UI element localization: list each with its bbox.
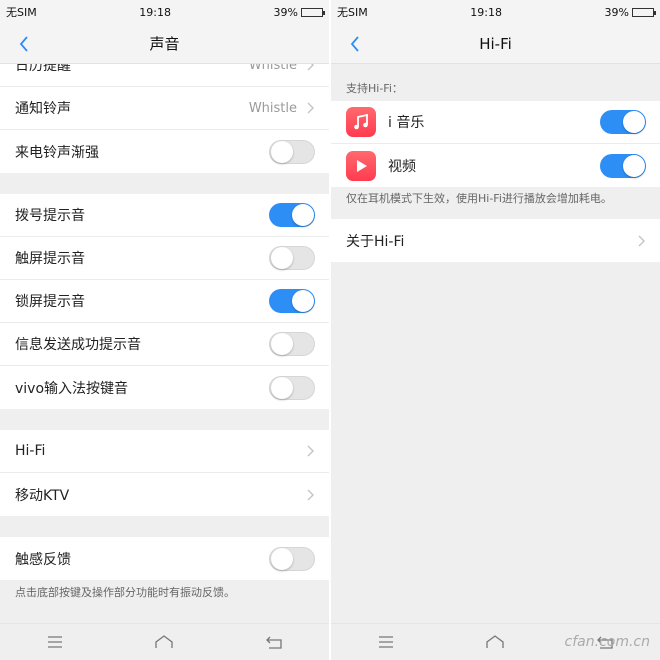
chevron-right-icon (307, 102, 314, 114)
row-label: 来电铃声渐强 (15, 144, 99, 161)
row-label: 触屏提示音 (15, 251, 85, 267)
page-title: 声音 (149, 35, 180, 53)
row-label: vivo输入法按键音 (15, 380, 129, 397)
battery-indicator: 39% (604, 5, 656, 19)
battery-percent: 39% (604, 5, 629, 19)
play-icon (357, 159, 367, 172)
row-label: 通知铃声 (15, 101, 71, 117)
status-bar: 无SIM 19:18 39% (0, 0, 329, 24)
row-hifi[interactable]: Hi-Fi (0, 430, 329, 473)
row-haptic-feedback: 触感反馈 (0, 537, 329, 580)
row-lock-sound: 锁屏提示音 (0, 280, 329, 323)
row-mobile-ktv[interactable]: 移动KTV (0, 473, 329, 516)
back-nav-button[interactable] (262, 632, 286, 652)
back-button[interactable] (14, 33, 34, 55)
hifi-note: 仅在耳机模式下生效，使用Hi-Fi进行播放会增加耗电。 (346, 192, 612, 205)
row-label: 视频 (388, 158, 416, 175)
chevron-right-icon (638, 235, 645, 246)
keyboard-sound-toggle[interactable] (269, 375, 315, 400)
clock: 19:18 (139, 5, 171, 19)
row-notification-ringtone[interactable]: 通知铃声 Whistle (0, 87, 329, 130)
row-label: 关于Hi-Fi (346, 233, 405, 250)
row-label: 移动KTV (15, 487, 70, 504)
carrier-label: 无SIM (6, 6, 37, 19)
menu-icon (47, 636, 62, 648)
screenshot-frame: 无SIM 19:18 39% 声音 日历提醒 Whistle 通知铃声 Whis… (0, 0, 660, 660)
video-hifi-toggle[interactable] (600, 153, 646, 178)
row-label: 信息发送成功提示音 (15, 337, 141, 353)
row-value: Whistle (248, 64, 297, 73)
video-app-icon (346, 150, 376, 181)
page-title: Hi-Fi (479, 34, 512, 53)
chevron-left-icon (350, 36, 359, 52)
home-button[interactable] (483, 632, 507, 652)
battery-percent: 39% (273, 5, 298, 19)
home-button[interactable] (152, 632, 176, 652)
carrier-label: 无SIM (337, 6, 368, 19)
back-button[interactable] (345, 33, 365, 55)
lock-sound-toggle[interactable] (269, 289, 315, 313)
touch-sounds-toggle[interactable] (269, 246, 315, 270)
chevron-right-icon (307, 64, 314, 71)
supported-apps-label: 支持Hi-Fi： (346, 82, 403, 95)
row-label: Hi-Fi (15, 443, 46, 459)
ringtone-group: 日历提醒 Whistle 通知铃声 Whistle 来电铃声渐强 (0, 64, 329, 173)
row-label: 拨号提示音 (15, 208, 85, 224)
row-about-hifi[interactable]: 关于Hi-Fi (331, 219, 660, 262)
music-app-icon (346, 107, 376, 137)
row-keyboard-sound: vivo输入法按键音 (0, 366, 329, 409)
dial-pad-tones-toggle[interactable] (269, 203, 315, 227)
audio-features-group: Hi-Fi 移动KTV (0, 430, 329, 516)
battery-icon (301, 7, 325, 17)
row-calendar-reminder[interactable]: 日历提醒 Whistle (0, 64, 329, 87)
music-hifi-toggle[interactable] (600, 110, 646, 134)
row-label: 日历提醒 (15, 64, 71, 74)
menu-button[interactable] (43, 632, 67, 652)
chevron-right-icon (307, 445, 314, 457)
row-app-music: i 音乐 (331, 101, 660, 144)
return-icon (266, 636, 282, 649)
home-icon (155, 635, 174, 648)
haptic-group: 触感反馈 (0, 537, 329, 580)
row-touch-sounds: 触屏提示音 (0, 237, 329, 280)
touch-sounds-group: 拨号提示音 触屏提示音 锁屏提示音 信息发送成功提示音 vivo输入法按键音 (0, 194, 329, 409)
home-icon (486, 635, 505, 648)
row-label: 锁屏提示音 (15, 294, 85, 310)
title-bar: Hi-Fi (331, 24, 660, 64)
haptic-footnote: 点击底部按键及操作部分功能时有振动反馈。 (15, 586, 235, 599)
ringtone-fade-in-toggle[interactable] (269, 139, 315, 164)
navigation-bar (0, 623, 329, 660)
row-app-video: 视频 (331, 144, 660, 187)
music-note-icon (354, 113, 368, 130)
row-ringtone-fade-in: 来电铃声渐强 (0, 130, 329, 173)
battery-indicator: 39% (273, 5, 325, 19)
chevron-right-icon (307, 489, 314, 500)
row-label: i 音乐 (388, 115, 425, 131)
watermark: cfan.com.cn (564, 634, 650, 650)
menu-button[interactable] (374, 632, 398, 652)
row-dial-pad-tones: 拨号提示音 (0, 194, 329, 237)
battery-icon (632, 7, 656, 17)
clock: 19:18 (470, 5, 502, 19)
menu-icon (378, 636, 393, 648)
hifi-list: 支持Hi-Fi： i 音乐 视频 仅在耳机模式下生效，使用Hi-Fi进行播放会增… (331, 64, 660, 624)
title-bar: 声音 (0, 24, 329, 64)
hifi-settings-screen: 无SIM 19:18 39% Hi-Fi 支持Hi-Fi： i 音乐 视频 仅在… (331, 0, 660, 660)
status-bar: 无SIM 19:18 39% (331, 0, 660, 24)
message-sent-sound-toggle[interactable] (269, 332, 315, 356)
haptic-feedback-toggle[interactable] (269, 546, 315, 571)
row-value: Whistle (248, 100, 297, 116)
sound-settings-screen: 无SIM 19:18 39% 声音 日历提醒 Whistle 通知铃声 Whis… (0, 0, 329, 660)
chevron-left-icon (19, 36, 28, 52)
settings-list: 日历提醒 Whistle 通知铃声 Whistle 来电铃声渐强 拨号提示音 触… (0, 64, 329, 624)
row-message-sent-sound: 信息发送成功提示音 (0, 323, 329, 366)
supported-apps-group: i 音乐 视频 (331, 101, 660, 187)
row-label: 触感反馈 (15, 551, 71, 568)
